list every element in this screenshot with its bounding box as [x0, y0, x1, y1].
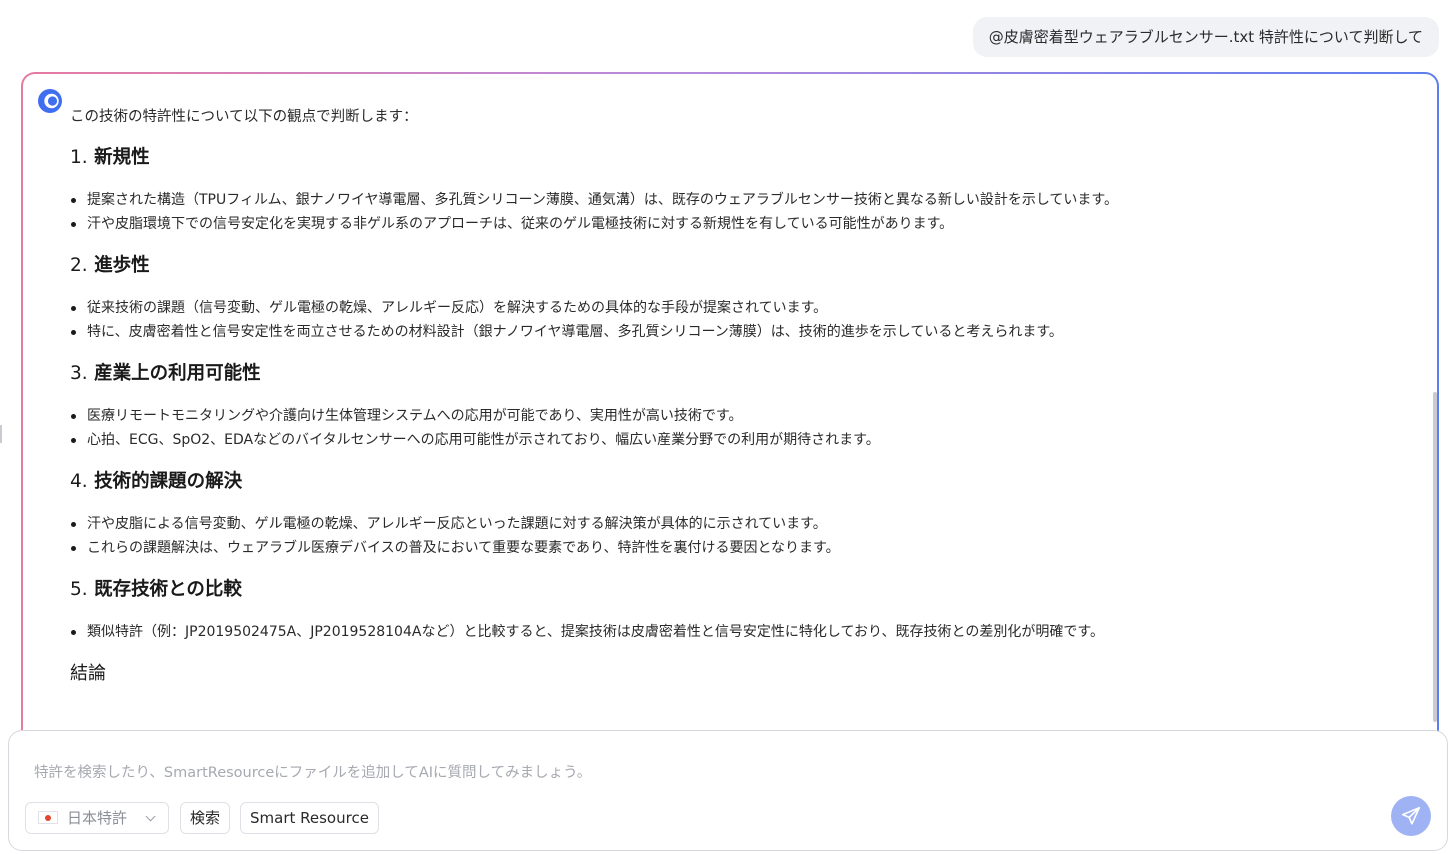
ai-answer-body: この技術の特許性について以下の観点で判断します： 1. 新規性提案された構造（T…	[23, 74, 1437, 770]
section-title: 既存技術との比較	[94, 579, 242, 600]
bullet-list: 提案された構造（TPUフィルム、銀ナノワイヤ導電層、多孔質シリコーン薄膜、通気溝…	[70, 188, 1417, 236]
country-select-label: 日本特許	[67, 809, 128, 827]
bullet-item: 類似特許（例：JP2019502475A、JP2019528104Aなど）と比較…	[71, 620, 1417, 644]
section-heading: 3. 産業上の利用可能性	[70, 360, 1417, 388]
section-title: 技術的課題の解決	[94, 471, 243, 492]
bullet-item: これらの課題解決は、ウェアラブル医療デバイスの普及において重要な要素であり、特許…	[71, 536, 1417, 560]
bullet-item: 特に、皮膚密着性と信号安定性を両立させるための材料設計（銀ナノワイヤ導電層、多孔…	[71, 320, 1417, 344]
country-select[interactable]: 日本特許	[25, 802, 169, 834]
section-heading: 1. 新規性	[70, 144, 1417, 172]
section-heading: 2. 進歩性	[70, 252, 1417, 280]
send-button[interactable]	[1391, 796, 1431, 836]
bullet-list: 類似特許（例：JP2019502475A、JP2019528104Aなど）と比較…	[70, 620, 1417, 644]
section-heading: 4. 技術的課題の解決	[70, 468, 1417, 496]
section-title: 産業上の利用可能性	[94, 363, 261, 384]
chat-composer: 特許を検索したり、SmartResourceにファイルを追加してAIに質問してみ…	[8, 730, 1448, 851]
section-title: 進歩性	[94, 255, 150, 276]
answer-scrollbar[interactable]	[1433, 392, 1437, 722]
composer-input[interactable]: 特許を検索したり、SmartResourceにファイルを追加してAIに質問してみ…	[34, 761, 591, 782]
japan-flag-icon	[38, 811, 58, 824]
chevron-down-icon	[145, 811, 156, 822]
section-title: 新規性	[94, 147, 150, 168]
section-number: 3.	[70, 363, 88, 384]
bullet-list: 汗や皮脂による信号変動、ゲル電極の乾燥、アレルギー反応といった課題に対する解決策…	[70, 512, 1417, 560]
user-message-bubble: @皮膚密着型ウェアラブルセンサー.txt 特許性について判断して	[972, 17, 1439, 57]
bullet-item: 提案された構造（TPUフィルム、銀ナノワイヤ導電層、多孔質シリコーン薄膜、通気溝…	[71, 188, 1417, 212]
section-heading: 5. 既存技術との比較	[70, 576, 1417, 604]
bullet-list: 医療リモートモニタリングや介護向け生体管理システムへの応用が可能であり、実用性が…	[70, 404, 1417, 452]
bullet-item: 汗や皮脂環境下での信号安定化を実現する非ゲル系のアプローチは、従来のゲル電極技術…	[71, 212, 1417, 236]
conclusion-heading: 結論	[70, 663, 106, 684]
bullet-list: 従来技術の課題（信号変動、ゲル電極の乾燥、アレルギー反応）を解決するための具体的…	[70, 296, 1417, 344]
ai-logo-icon	[38, 89, 62, 113]
answer-intro: この技術の特許性について以下の観点で判断します：	[70, 109, 418, 125]
section-number: 4.	[70, 471, 88, 492]
search-button[interactable]: 検索	[180, 802, 231, 834]
smart-resource-button[interactable]: Smart Resource	[240, 802, 379, 834]
bullet-item: 従来技術の課題（信号変動、ゲル電極の乾燥、アレルギー反応）を解決するための具体的…	[71, 296, 1417, 320]
left-edge-handle[interactable]	[0, 425, 2, 443]
section-number: 2.	[70, 255, 88, 276]
bullet-item: 汗や皮脂による信号変動、ゲル電極の乾燥、アレルギー反応といった課題に対する解決策…	[71, 512, 1417, 536]
section-number: 1.	[70, 147, 88, 168]
section-number: 5.	[70, 579, 88, 600]
bullet-item: 心拍、ECG、SpO2、EDAなどのバイタルセンサーへの応用可能性が示されており…	[71, 428, 1417, 452]
bullet-item: 医療リモートモニタリングや介護向け生体管理システムへの応用が可能であり、実用性が…	[71, 404, 1417, 428]
ai-answer-card: この技術の特許性について以下の観点で判断します： 1. 新規性提案された構造（T…	[21, 72, 1439, 772]
answer-content: この技術の特許性について以下の観点で判断します： 1. 新規性提案された構造（T…	[70, 106, 1417, 688]
send-icon	[1401, 806, 1421, 825]
